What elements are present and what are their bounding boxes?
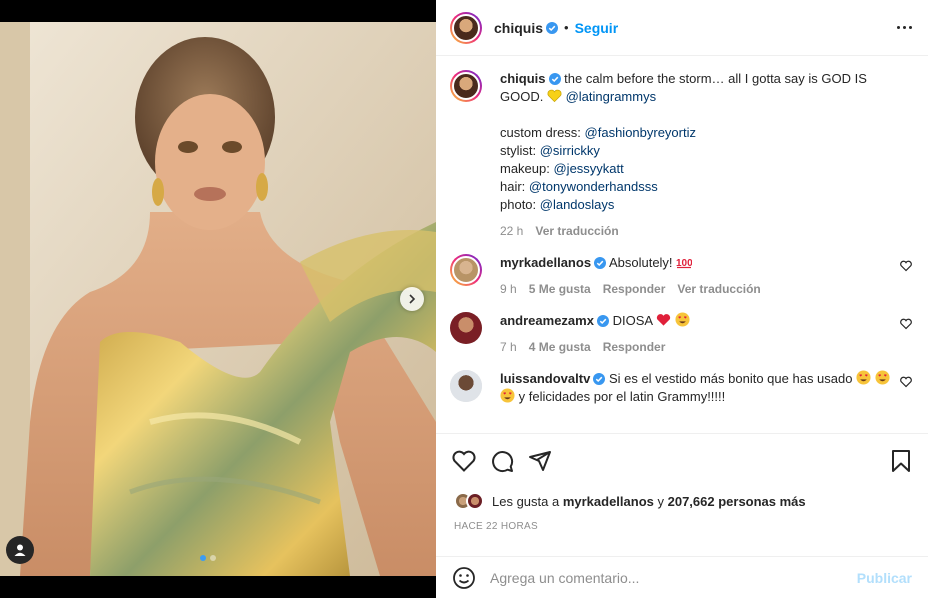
credit-mention-link[interactable]: @sirrickky [540, 143, 600, 158]
author-username[interactable]: chiquis [494, 20, 543, 36]
caption-credits: custom dress: @fashionbyreyortiz stylist… [500, 124, 912, 214]
likes-count[interactable]: 207,662 personas más [668, 494, 806, 509]
credit-label: custom dress: [500, 125, 585, 140]
post-details-panel: chiquis • Seguir chiquis the calm before… [436, 0, 928, 598]
credit-line: hair: @tonywonderhandsss [500, 178, 912, 196]
commenter-username[interactable]: myrkadellanos [500, 255, 591, 270]
comment-likes-count[interactable]: 4 Me gusta [529, 338, 591, 356]
more-options-icon[interactable] [897, 26, 912, 29]
comment-composer: Publicar [436, 556, 928, 598]
comment-item: luissandovaltv Si es el vestido más boni… [450, 370, 912, 406]
credit-label: photo: [500, 197, 540, 212]
credit-label: makeup: [500, 161, 554, 176]
hundred-points-emoji-icon: 100 [676, 258, 692, 269]
heart-icon[interactable] [452, 450, 476, 472]
post-action-bar [452, 446, 912, 476]
credit-mention-link[interactable]: @jessyykatt [553, 161, 623, 176]
likes-conjunction: y [653, 493, 668, 509]
commenter-avatar[interactable] [450, 312, 482, 344]
comment-text: Si es el vestido más bonito que has usad… [608, 371, 853, 386]
like-comment-heart-icon[interactable] [900, 260, 912, 272]
comment-time[interactable]: 7 h [500, 338, 517, 356]
next-photo-button[interactable] [400, 287, 424, 311]
separator-dot: • [564, 20, 569, 35]
like-comment-heart-icon[interactable] [900, 376, 912, 388]
caption-author-avatar[interactable] [450, 70, 482, 102]
heart-eyes-emoji-icon [675, 312, 690, 327]
publish-comment-button[interactable]: Publicar [857, 570, 912, 586]
yellow-heart-emoji-icon [547, 89, 562, 103]
instagram-post-modal: chiquis • Seguir chiquis the calm before… [0, 0, 928, 598]
translate-link[interactable]: Ver traducción [677, 280, 760, 298]
likes-summary[interactable]: Les gusta a myrkadellanos y 207,662 pers… [454, 492, 806, 510]
translate-link[interactable]: Ver traducción [535, 222, 618, 240]
comment-item: andreamezamx DIOSA 7 h 4 Me gusta Respon… [450, 312, 912, 356]
caption-author-username[interactable]: chiquis [500, 71, 546, 86]
likes-prefix: Les gusta a [492, 493, 563, 509]
comment-text: Absolutely! [608, 255, 673, 270]
commenter-avatar[interactable] [450, 370, 482, 402]
comment-text-continued: y felicidades por el latin Grammy!!!!! [518, 389, 726, 404]
credit-line: stylist: @sirrickky [500, 142, 912, 160]
share-icon[interactable] [528, 449, 552, 473]
credit-mention-link[interactable]: @fashionbyreyortiz [585, 125, 696, 140]
heart-eyes-emoji-icon [500, 388, 515, 403]
verified-badge-icon [596, 315, 609, 327]
comments-list[interactable]: chiquis the calm before the storm… all I… [436, 56, 928, 434]
chevron-right-icon [409, 294, 416, 304]
verified-badge-icon [594, 257, 607, 269]
author-avatar[interactable] [450, 11, 482, 44]
verified-badge-icon [546, 21, 559, 34]
carousel-dot [210, 555, 216, 561]
verified-badge-icon [548, 73, 561, 85]
commenter-username[interactable]: andreamezamx [500, 313, 594, 328]
liker-avatar [466, 492, 484, 510]
credit-line: makeup: @jessyykatt [500, 160, 912, 178]
like-comment-heart-icon[interactable] [900, 318, 912, 330]
user-tag-icon [14, 544, 26, 556]
post-timestamp[interactable]: HACE 22 HORAS [454, 521, 538, 532]
caption-mention-link[interactable]: @latingrammys [566, 89, 657, 104]
liker-username[interactable]: myrkadellanos [563, 494, 654, 509]
post-media[interactable] [0, 22, 436, 576]
post-caption: chiquis the calm before the storm… all I… [450, 70, 912, 240]
comment-item: myrkadellanos Absolutely! 100 9 h 5 Me g… [450, 254, 912, 298]
emoji-icon[interactable] [452, 566, 476, 590]
carousel-indicator [200, 555, 216, 561]
follow-button[interactable]: Seguir [575, 20, 619, 36]
reply-button[interactable]: Responder [603, 338, 666, 356]
comment-time[interactable]: 9 h [500, 280, 517, 298]
commenter-avatar[interactable] [450, 254, 482, 286]
comment-icon[interactable] [490, 449, 514, 473]
reply-button[interactable]: Responder [603, 280, 666, 298]
caption-time[interactable]: 22 h [500, 222, 523, 240]
credit-line: custom dress: @fashionbyreyortiz [500, 124, 912, 142]
commenter-username[interactable]: luissandovaltv [500, 371, 590, 386]
credit-label: hair: [500, 179, 529, 194]
credit-label: stylist: [500, 143, 540, 158]
post-photo [0, 22, 436, 576]
heart-eyes-emoji-icon [856, 370, 871, 385]
comment-likes-count[interactable]: 5 Me gusta [529, 280, 591, 298]
comment-text: DIOSA [612, 313, 653, 328]
user-tags-button[interactable] [6, 536, 34, 564]
verified-badge-icon [593, 373, 606, 385]
credit-mention-link[interactable]: @tonywonderhandsss [529, 179, 658, 194]
bookmark-icon[interactable] [890, 449, 912, 473]
post-header: chiquis • Seguir [436, 0, 928, 56]
red-heart-emoji-icon [656, 314, 671, 326]
heart-eyes-emoji-icon [875, 370, 890, 385]
credit-mention-link[interactable]: @landoslays [540, 197, 615, 212]
carousel-dot-active [200, 555, 206, 561]
likes-text: Les gusta a myrkadellanos y 207,662 pers… [492, 494, 806, 509]
comment-input[interactable] [490, 569, 857, 586]
credit-line: photo: @landoslays [500, 196, 912, 214]
